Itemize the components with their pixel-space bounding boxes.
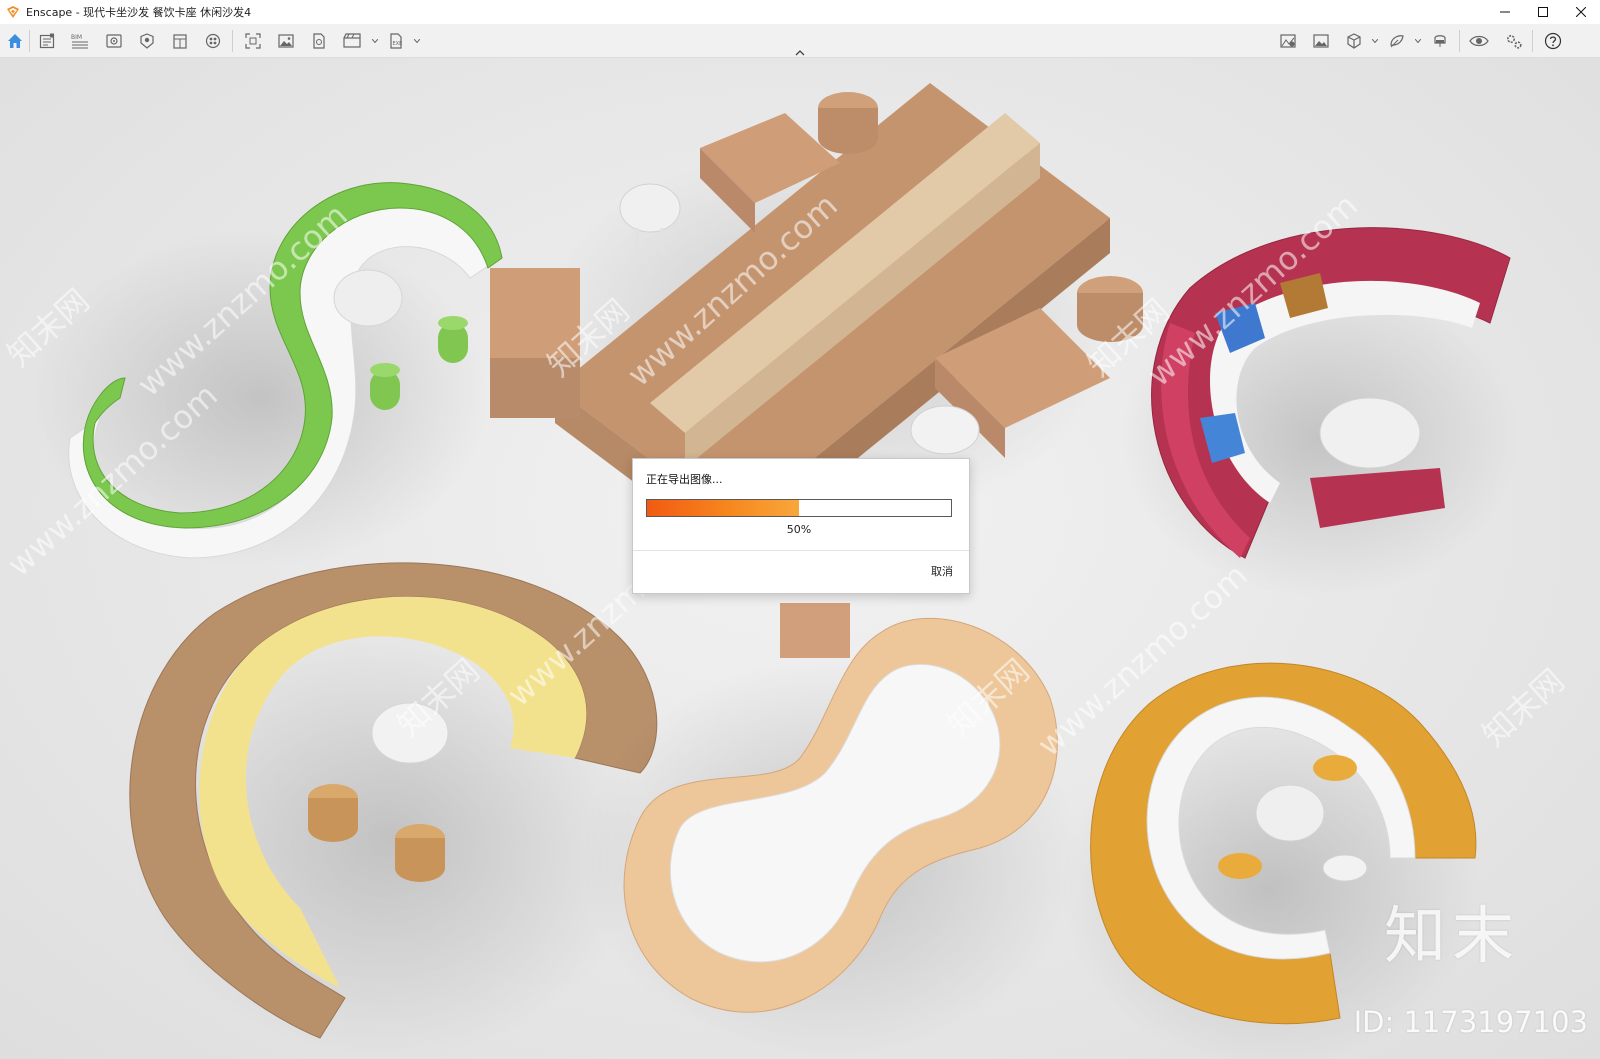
vr-headset-icon	[1434, 35, 1446, 47]
panorama-button[interactable]	[307, 29, 331, 53]
asset-id-label: ID: 1173197103	[1353, 1005, 1588, 1039]
title-bar: Enscape - 现代卡坐沙发 餐饮卡座 休闲沙发4	[0, 0, 1600, 25]
render-image-icon	[278, 34, 294, 48]
watermark-brand-6: 知末网	[1475, 661, 1572, 753]
vr-icon	[1347, 33, 1361, 49]
brand-logo-text: 知末	[1383, 899, 1520, 972]
window-controls	[1486, 0, 1600, 24]
sync-button[interactable]	[1385, 29, 1409, 53]
window-title: Enscape - 现代卡坐沙发 餐饮卡座 休闲沙发4	[26, 6, 252, 19]
views-icon	[39, 33, 55, 49]
red-curved-sofa	[1120, 227, 1520, 598]
minimize-button[interactable]	[1486, 0, 1524, 24]
enscape-logo-icon	[7, 6, 19, 18]
export-dropdown-icon[interactable]	[414, 39, 420, 43]
progress-percent: 50%	[786, 523, 812, 536]
home-icon	[8, 34, 22, 48]
bim-icon: BIM	[71, 34, 88, 49]
asset-library-button[interactable]	[135, 29, 159, 53]
help-button[interactable]	[1541, 29, 1565, 53]
render-gallery-icon	[1313, 34, 1329, 48]
progress-bar	[646, 499, 952, 517]
visibility-button[interactable]	[1467, 29, 1491, 53]
dialog-divider	[633, 550, 969, 551]
material-editor-icon	[173, 34, 187, 49]
close-button[interactable]	[1562, 0, 1600, 24]
render-image-button[interactable]	[274, 29, 298, 53]
export-button[interactable]: EXE	[384, 29, 408, 53]
visual-settings-icon	[106, 34, 122, 48]
visual-settings-button[interactable]	[102, 29, 126, 53]
minimize-icon	[1500, 11, 1510, 13]
settings-icon	[1506, 34, 1522, 49]
dialog-title: 正在导出图像...	[646, 473, 723, 486]
screenshot-icon	[245, 33, 261, 49]
home-button[interactable]	[3, 29, 27, 53]
vr-headset-button[interactable]	[1428, 29, 1452, 53]
svg-text:BIM: BIM	[71, 34, 82, 41]
asset-library-icon	[140, 33, 154, 49]
chevron-up-icon	[795, 50, 805, 56]
video-button[interactable]	[340, 29, 364, 53]
batch-render-icon	[1280, 34, 1296, 48]
export-icon: EXE	[390, 33, 403, 49]
views-button[interactable]	[35, 29, 59, 53]
sync-dropdown-icon[interactable]	[1415, 39, 1421, 43]
sync-icon	[1390, 35, 1404, 48]
material-editor-button[interactable]	[168, 29, 192, 53]
vr-button[interactable]	[1342, 29, 1366, 53]
vr-dropdown-icon[interactable]	[1372, 39, 1378, 43]
svg-text:EXE: EXE	[393, 41, 403, 47]
settings-button[interactable]	[1502, 29, 1526, 53]
close-icon	[1576, 7, 1586, 17]
panorama-icon	[313, 33, 325, 49]
screenshot-button[interactable]	[241, 29, 265, 53]
atmosphere-icon	[205, 33, 221, 49]
cancel-button[interactable]: 取消	[931, 563, 953, 579]
help-icon	[1544, 32, 1562, 50]
video-icon	[343, 33, 361, 48]
maximize-icon	[1538, 7, 1548, 17]
render-gallery-button[interactable]	[1309, 29, 1333, 53]
bim-button[interactable]: BIM	[68, 29, 92, 53]
batch-render-button[interactable]	[1276, 29, 1300, 53]
export-progress-dialog: 正在导出图像... 50% 取消	[632, 458, 970, 594]
toolbar-collapse-toggle[interactable]	[790, 48, 810, 58]
visibility-icon	[1469, 35, 1489, 47]
atmosphere-button[interactable]	[201, 29, 225, 53]
maximize-button[interactable]	[1524, 0, 1562, 24]
video-dropdown-icon[interactable]	[372, 39, 378, 43]
mustard-round-sofa	[1060, 662, 1480, 1059]
progress-fill	[647, 500, 799, 516]
